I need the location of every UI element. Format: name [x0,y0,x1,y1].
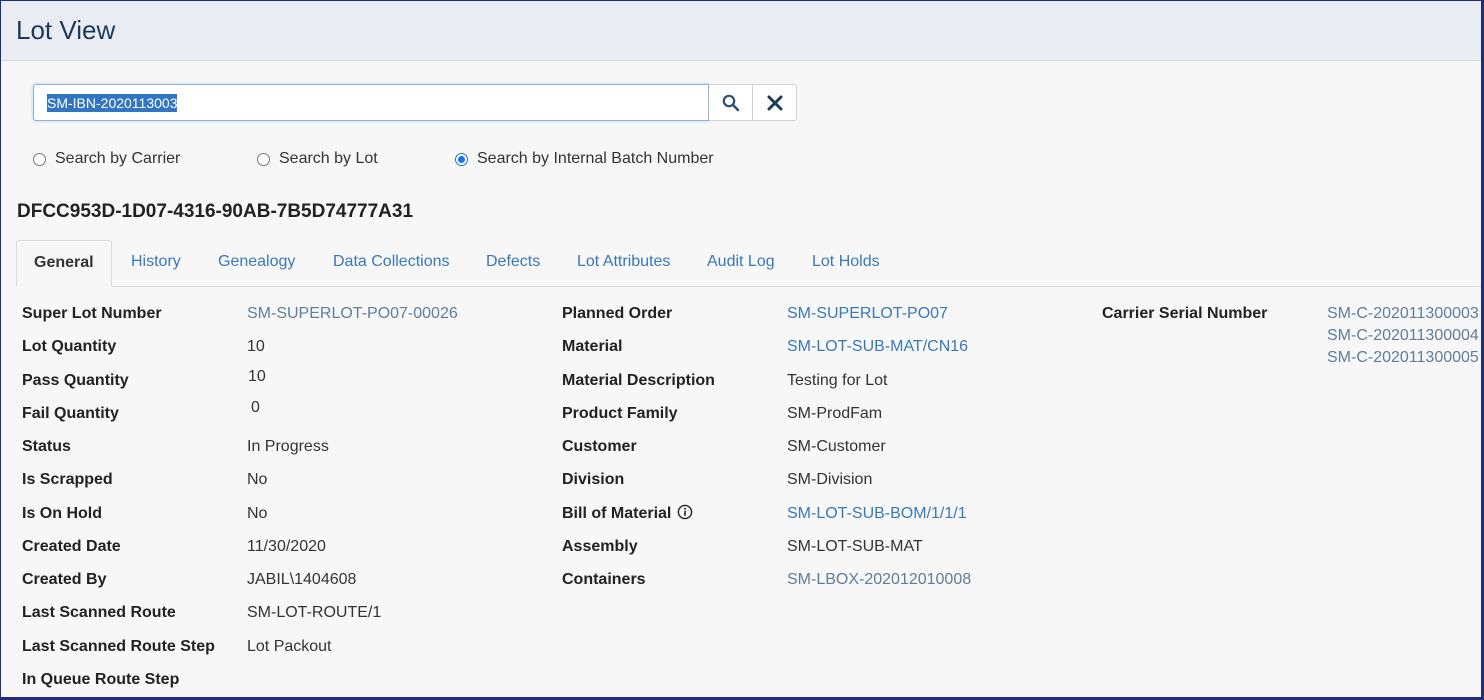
window-frame [0,0,1482,698]
